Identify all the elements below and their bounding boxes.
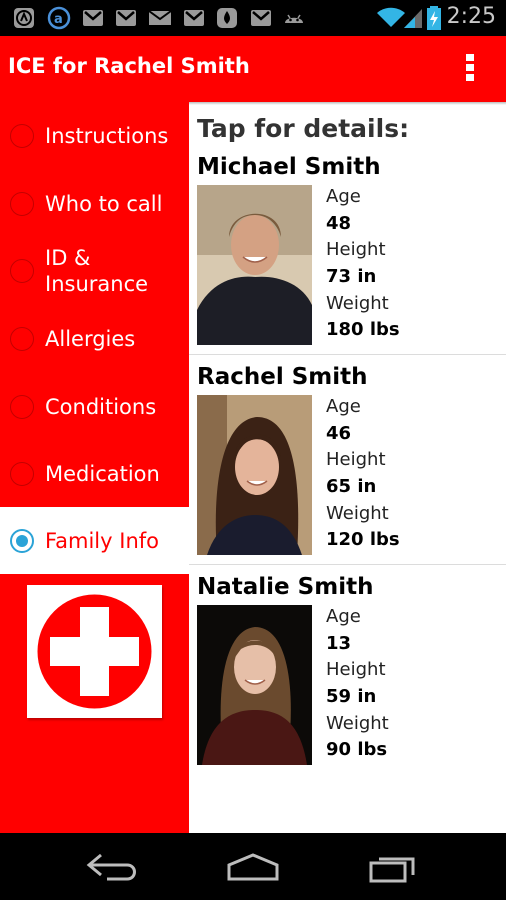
person-facts: Age 48 Height 73 in Weight 180 lbs — [326, 186, 400, 346]
sidebar-item-label: Instructions — [45, 123, 169, 148]
height-value: 59 in — [326, 686, 377, 708]
height-value: 65 in — [326, 476, 377, 498]
radio-button[interactable] — [10, 394, 34, 419]
avatar-icon — [14, 8, 34, 28]
person-card-rachel-smith[interactable]: Rachel Smith Age 46 Height 65 in Weight … — [189, 364, 506, 574]
gmail-icon — [83, 10, 103, 26]
action-bar: ICE for Rachel Smith — [0, 36, 506, 102]
weight-label: Weight — [326, 502, 389, 524]
sidebar-item-allergies[interactable]: Allergies — [0, 305, 189, 372]
overflow-menu-icon[interactable] — [466, 54, 474, 84]
sidebar-item-conditions[interactable]: Conditions — [0, 373, 189, 440]
divider — [189, 354, 506, 355]
sidebar-item-label: Family Info — [45, 528, 159, 553]
person-name: Natalie Smith — [197, 574, 374, 600]
person-card-natalie-smith[interactable]: Natalie Smith Age 13 Height 59 in Weight… — [189, 574, 506, 784]
age-label: Age — [326, 186, 361, 207]
person-facts: Age 13 Height 59 in Weight 90 lbs — [326, 606, 389, 766]
app-title: ICE for Rachel Smith — [8, 54, 250, 78]
tap-hint-heading: Tap for details: — [197, 114, 410, 143]
main-content: Tap for details: Michael Smith Age 48 He… — [189, 102, 506, 833]
radio-button[interactable] — [10, 326, 34, 351]
red-cross-logo — [27, 585, 162, 718]
gmail-icon — [251, 10, 271, 26]
age-label: Age — [326, 606, 361, 627]
person-photo — [197, 395, 312, 555]
sidebar-item-id-insurance[interactable]: ID & Insurance — [0, 237, 189, 304]
age-value: 48 — [326, 212, 352, 234]
weight-value: 90 lbs — [326, 739, 388, 761]
age-value: 46 — [326, 422, 352, 444]
system-nav-bar — [0, 833, 506, 900]
person-facts: Age 46 Height 65 in Weight 120 lbs — [326, 396, 400, 556]
weight-label: Weight — [326, 712, 389, 734]
sidebar-item-label: ID & Insurance — [45, 245, 149, 296]
person-name: Michael Smith — [197, 154, 381, 180]
a-icon: a — [47, 6, 71, 30]
gallery-icon — [217, 8, 237, 28]
sidebar-item-who-to-call[interactable]: Who to call — [0, 170, 189, 237]
sidebar-item-label: Conditions — [45, 394, 157, 419]
person-name: Rachel Smith — [197, 364, 368, 390]
sidebar: Instructions Who to call ID & Insurance … — [0, 102, 189, 833]
sidebar-item-medication[interactable]: Medication — [0, 440, 189, 507]
age-label: Age — [326, 396, 361, 417]
gmail-icon — [184, 10, 204, 26]
weight-value: 180 lbs — [326, 319, 400, 341]
sidebar-item-family-info[interactable]: Family Info — [0, 507, 189, 574]
radio-button-selected[interactable] — [10, 528, 34, 553]
red-cross-icon — [37, 594, 152, 709]
radio-button[interactable] — [10, 258, 34, 283]
sidebar-item-label: Who to call — [45, 191, 163, 216]
clock: 2:25 — [446, 4, 496, 29]
sidebar-item-label: Medication — [45, 461, 160, 486]
signal-icon — [404, 9, 422, 28]
person-photo — [197, 185, 312, 345]
radio-button[interactable] — [10, 461, 34, 486]
battery-charging-icon — [427, 6, 441, 30]
sidebar-item-label: Allergies — [45, 326, 136, 351]
height-value: 73 in — [326, 266, 377, 288]
person-photo — [197, 605, 312, 765]
home-icon[interactable] — [223, 851, 283, 883]
divider — [189, 564, 506, 565]
back-icon[interactable] — [83, 851, 143, 883]
gmail-icon — [116, 10, 136, 26]
weight-label: Weight — [326, 292, 389, 314]
person-card-michael-smith[interactable]: Michael Smith Age 48 Height 73 in Weight… — [189, 154, 506, 364]
android-icon — [285, 14, 303, 23]
status-bar: a 2:25 — [0, 0, 506, 36]
height-label: Height — [326, 449, 386, 471]
sidebar-item-instructions[interactable]: Instructions — [0, 102, 189, 169]
height-label: Height — [326, 659, 386, 681]
svg-text:a: a — [54, 12, 63, 27]
email-icon — [148, 10, 172, 25]
age-value: 13 — [326, 632, 352, 654]
recent-apps-icon[interactable] — [363, 851, 423, 883]
weight-value: 120 lbs — [326, 529, 400, 551]
radio-button[interactable] — [10, 123, 34, 148]
height-label: Height — [326, 239, 386, 261]
radio-button[interactable] — [10, 191, 34, 216]
